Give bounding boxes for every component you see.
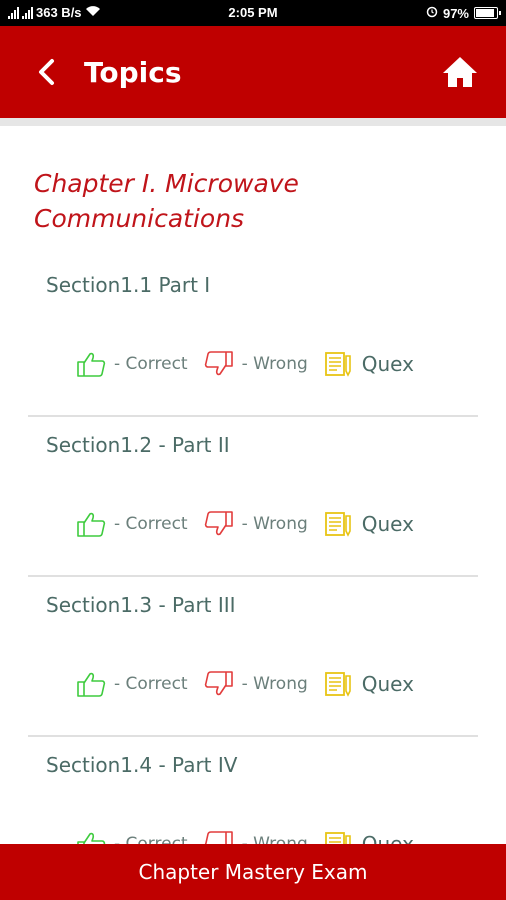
correct-label: - Correct <box>114 674 188 694</box>
correct-label: - Correct <box>114 834 188 844</box>
thumbs-down-icon <box>204 511 234 537</box>
section-title: Section1.2 - Part II <box>46 433 230 457</box>
wrong-button[interactable]: - Wrong <box>204 671 308 697</box>
quex-button[interactable]: Quex <box>324 511 414 537</box>
wrong-label: - Wrong <box>241 514 308 534</box>
quex-button[interactable]: Quex <box>324 351 414 377</box>
page-title: Topics <box>84 56 182 89</box>
wrong-button[interactable]: - Wrong <box>204 511 308 537</box>
correct-button[interactable]: - Correct <box>76 831 188 844</box>
section-title: Section1.3 - Part III <box>46 593 236 617</box>
thumbs-down-icon <box>204 831 234 844</box>
section-item[interactable]: Section1.4 - Part IV - Correct - Wrong Q… <box>28 737 478 844</box>
correct-button[interactable]: - Correct <box>76 511 188 537</box>
quex-button[interactable]: Quex <box>324 671 414 697</box>
wrong-label: - Wrong <box>241 834 308 844</box>
notes-icon <box>324 351 352 377</box>
section-title: Section1.4 - Part IV <box>46 753 238 777</box>
wrong-button[interactable]: - Wrong <box>204 351 308 377</box>
header-divider <box>0 118 506 126</box>
chapter-title: Chapter I. Microwave Communications <box>34 169 299 233</box>
thumbs-up-icon <box>76 351 106 377</box>
quex-label: Quex <box>361 672 414 696</box>
correct-label: - Correct <box>114 354 188 374</box>
section-actions: - Correct - Wrong Quex <box>76 671 414 697</box>
status-bar: 363 B/s 2:05 PM 97% <box>0 0 506 26</box>
quex-label: Quex <box>361 352 414 376</box>
battery-fill <box>476 9 494 17</box>
chapter-mastery-exam-button[interactable]: Chapter Mastery Exam <box>0 844 506 900</box>
quex-label: Quex <box>361 832 414 844</box>
quex-label: Quex <box>361 512 414 536</box>
home-button[interactable] <box>440 54 480 90</box>
section-item[interactable]: Section1.1 Part I - Correct - Wrong Quex <box>28 257 478 417</box>
battery-percent: 97% <box>442 5 469 21</box>
wrong-label: - Wrong <box>241 674 308 694</box>
status-right: 97% <box>426 5 501 21</box>
alarm-icon <box>426 5 438 21</box>
correct-button[interactable]: - Correct <box>76 351 188 377</box>
notes-icon <box>324 831 352 844</box>
thumbs-up-icon <box>76 831 106 844</box>
section-item[interactable]: Section1.3 - Part III - Correct - Wrong … <box>28 577 478 737</box>
notes-icon <box>324 671 352 697</box>
correct-label: - Correct <box>114 514 188 534</box>
topics-list: Chapter I. Microwave Communications Sect… <box>0 126 506 844</box>
wrong-button[interactable]: - Wrong <box>204 831 308 844</box>
section-title: Section1.1 Part I <box>46 273 211 297</box>
section-actions: - Correct - Wrong Quex <box>76 511 414 537</box>
battery-icon <box>474 7 501 19</box>
chevron-left-icon <box>30 59 66 94</box>
back-button[interactable] <box>30 54 66 90</box>
thumbs-down-icon <box>204 351 234 377</box>
home-icon <box>440 57 480 94</box>
correct-button[interactable]: - Correct <box>76 671 188 697</box>
thumbs-up-icon <box>76 511 106 537</box>
section-actions: - Correct - Wrong Quex <box>76 351 414 377</box>
quex-button[interactable]: Quex <box>324 831 414 844</box>
app-bar: Topics <box>0 26 506 118</box>
section-actions: - Correct - Wrong Quex <box>76 831 414 844</box>
wrong-label: - Wrong <box>241 354 308 374</box>
section-item[interactable]: Section1.2 - Part II - Correct - Wrong Q… <box>28 417 478 577</box>
notes-icon <box>324 511 352 537</box>
thumbs-down-icon <box>204 671 234 697</box>
thumbs-up-icon <box>76 671 106 697</box>
